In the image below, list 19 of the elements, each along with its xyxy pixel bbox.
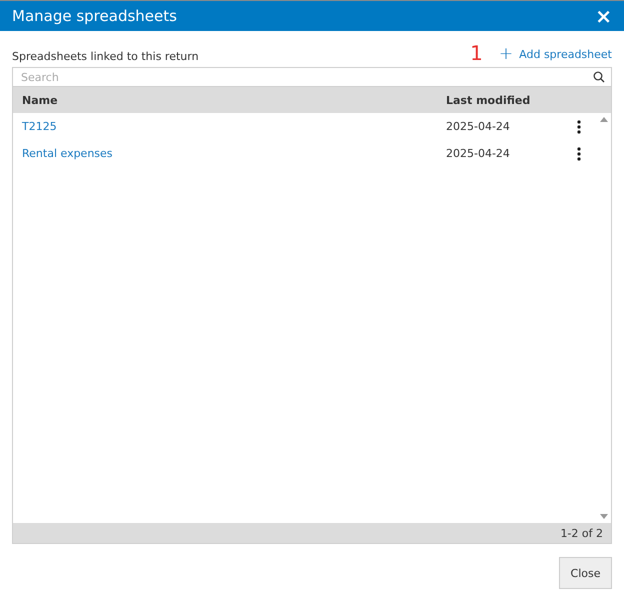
annotation-number: 1 [470, 43, 483, 63]
table-cell-text: 2025-04-24 [446, 147, 511, 160]
column-header[interactable]: Name [22, 94, 446, 106]
window-title: Manage spreadsheets [12, 7, 177, 25]
close-button[interactable]: Close [559, 557, 612, 589]
scroll-down-icon[interactable] [600, 514, 608, 519]
column-header[interactable]: Last modified [446, 94, 611, 106]
spreadsheet-link[interactable]: Rental expenses [22, 147, 446, 160]
scroll-up-icon[interactable] [600, 117, 608, 122]
more-icon[interactable] [577, 120, 581, 134]
pagination-count: 1-2 of 2 [560, 526, 603, 540]
more-icon[interactable] [577, 146, 581, 160]
section-label: Spreadsheets linked to this return [12, 50, 199, 63]
table-cell-text: 2025-04-24 [446, 120, 511, 133]
add-spreadsheet-link[interactable]: + Add spreadsheet [498, 46, 612, 63]
spreadsheet-link[interactable]: T2125 [22, 120, 446, 133]
search-field[interactable]: Search [21, 70, 593, 84]
search-icon[interactable] [593, 71, 605, 83]
close-icon[interactable]: × [595, 6, 612, 26]
